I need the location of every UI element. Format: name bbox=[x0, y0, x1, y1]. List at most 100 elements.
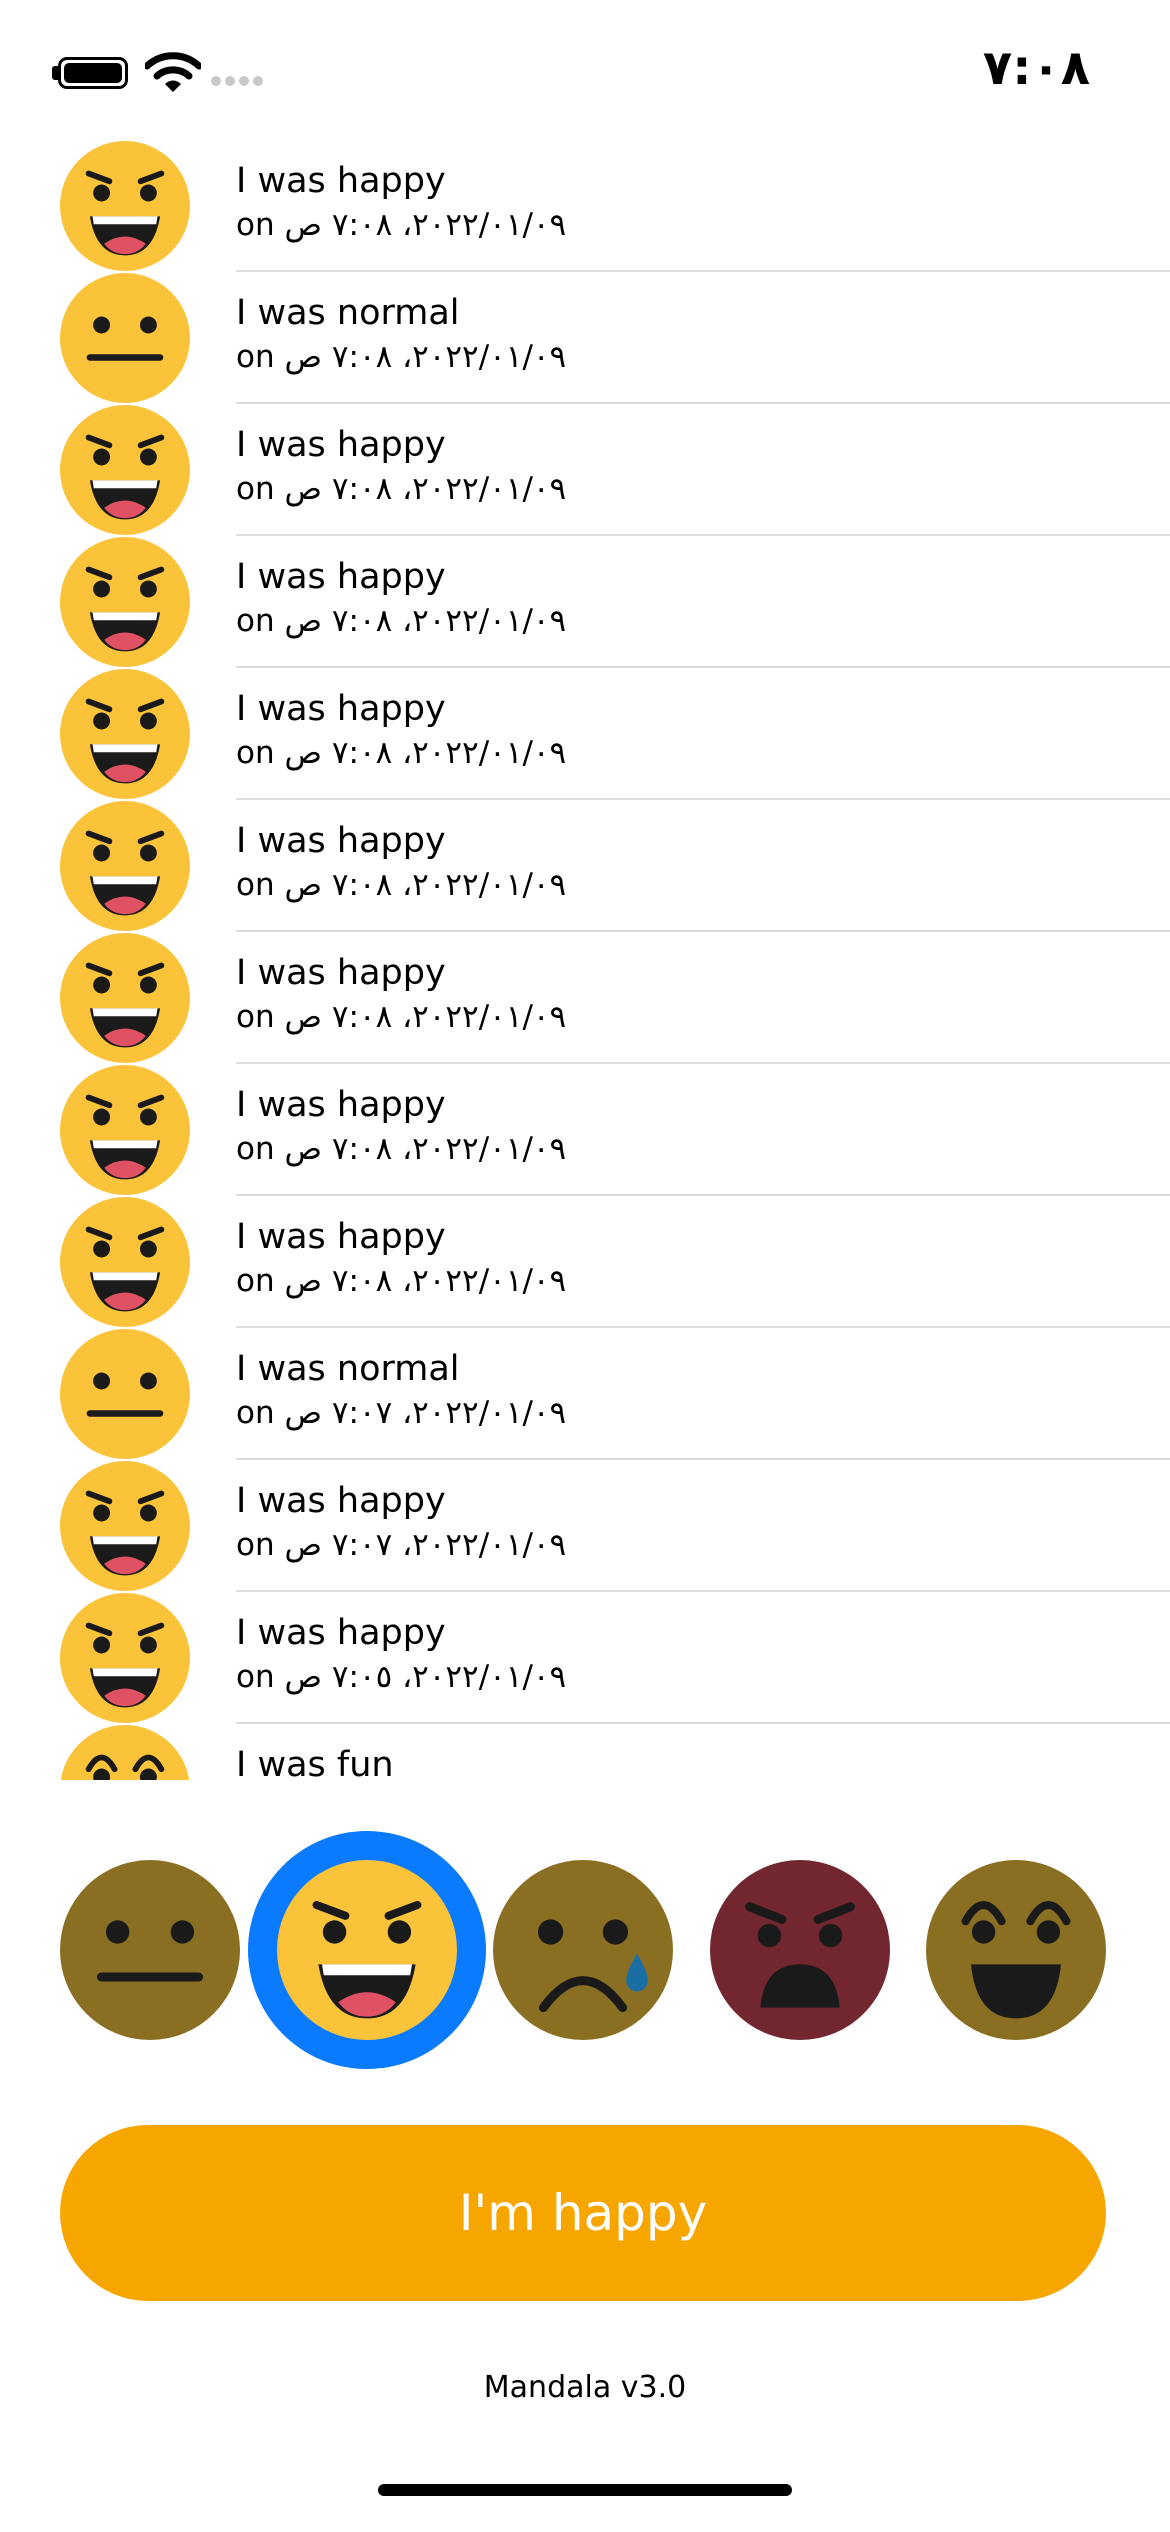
fun-face-icon bbox=[926, 1860, 1106, 2040]
battery-icon bbox=[58, 57, 128, 89]
happy-face-icon bbox=[60, 801, 190, 931]
history-row-timestamp: on ٢٠٢٢/٠١/٠٩، ٧:٠٨ ص bbox=[236, 203, 566, 247]
timestamp-prefix: on bbox=[236, 999, 275, 1035]
mood-option-fun[interactable] bbox=[896, 1830, 1136, 2070]
timestamp-value: ٢٠٢٢/٠١/٠٩، ٧:٠٥ ص bbox=[284, 1659, 567, 1695]
history-row-title: I was happy bbox=[236, 821, 446, 861]
timestamp-value: ٢٠٢٢/٠١/٠٩، ٧:٠٧ ص bbox=[284, 1395, 567, 1431]
happy-face-icon bbox=[60, 537, 190, 667]
home-indicator[interactable] bbox=[378, 2484, 792, 2496]
happy-face-icon bbox=[60, 1461, 190, 1591]
happy-face-icon bbox=[248, 1831, 486, 2069]
normal-face-icon bbox=[60, 1329, 190, 1459]
history-row-title: I was normal bbox=[236, 293, 460, 333]
happy-face-icon bbox=[60, 933, 190, 1063]
happy-face-icon bbox=[60, 1593, 190, 1723]
timestamp-prefix: on bbox=[236, 207, 275, 243]
neutral-face-icon bbox=[60, 1860, 240, 2040]
history-row-title: I was happy bbox=[236, 557, 446, 597]
wifi-icon bbox=[145, 52, 201, 92]
history-row-timestamp: on ٢٠٢٢/٠١/٠٩، ٧:٠٨ ص bbox=[236, 863, 566, 907]
cellular-signal-icon bbox=[211, 76, 263, 86]
timestamp-prefix: on bbox=[236, 1263, 275, 1299]
history-row[interactable]: I was normal on ٢٠٢٢/٠١/٠٩، ٧:٠٨ ص bbox=[0, 272, 1170, 404]
normal-face-icon bbox=[60, 273, 190, 403]
timestamp-prefix: on bbox=[236, 471, 275, 507]
history-row-text: I was happy on ٢٠٢٢/٠١/٠٩، ٧:٠٨ ص bbox=[236, 1083, 566, 1171]
history-row-text: I was happy on ٢٠٢٢/٠١/٠٩، ٧:٠٨ ص bbox=[236, 555, 566, 643]
history-row[interactable]: I was happy on ٢٠٢٢/٠١/٠٩، ٧:٠٨ ص bbox=[0, 1196, 1170, 1328]
timestamp-value: ٢٠٢٢/٠١/٠٩، ٧:٠٧ ص bbox=[284, 1527, 567, 1563]
history-row[interactable]: I was happy on ٢٠٢٢/٠١/٠٩، ٧:٠٥ ص bbox=[0, 1592, 1170, 1724]
history-row-timestamp: on ٢٠٢٢/٠١/٠٩، ٧:٠٨ ص bbox=[236, 599, 566, 643]
history-row-title: I was happy bbox=[236, 689, 446, 729]
mood-option-normal[interactable] bbox=[30, 1830, 270, 2070]
history-row[interactable]: I was happy on ٢٠٢٢/٠١/٠٩، ٧:٠٨ ص bbox=[0, 932, 1170, 1064]
history-row-timestamp: on ٢٠٢٢/٠١/٠٩، ٧:٠٨ ص bbox=[236, 995, 566, 1039]
mood-option-sad[interactable] bbox=[463, 1830, 703, 2070]
timestamp-value: ٢٠٢٢/٠١/٠٩، ٧:٠٨ ص bbox=[284, 603, 567, 639]
history-row[interactable]: I was happy on ٢٠٢٢/٠١/٠٩، ٧:٠٨ ص bbox=[0, 140, 1170, 272]
history-row-timestamp: on ٢٠٢٢/٠١/٠٩، ٧:٠٨ ص bbox=[236, 731, 566, 775]
timestamp-value: ٢٠٢٢/٠١/٠٩، ٧:٠٨ ص bbox=[284, 1263, 567, 1299]
history-row-timestamp: on ٢٠٢٢/٠١/٠٩، ٧:٠٨ ص bbox=[236, 467, 566, 511]
happy-face-icon bbox=[60, 141, 190, 271]
history-row-title: I was happy bbox=[236, 425, 446, 465]
fun-face-icon bbox=[60, 1725, 190, 1780]
history-row-title: I was happy bbox=[236, 1217, 446, 1257]
history-row-title: I was happy bbox=[236, 1613, 446, 1653]
history-row[interactable]: I was fun bbox=[0, 1724, 1170, 1780]
history-row-timestamp: on ٢٠٢٢/٠١/٠٩، ٧:٠٧ ص bbox=[236, 1391, 566, 1435]
submit-mood-button[interactable]: I'm happy bbox=[60, 2125, 1106, 2301]
history-row-text: I was happy on ٢٠٢٢/٠١/٠٩، ٧:٠٧ ص bbox=[236, 1479, 566, 1567]
history-row[interactable]: I was happy on ٢٠٢٢/٠١/٠٩، ٧:٠٨ ص bbox=[0, 404, 1170, 536]
history-row[interactable]: I was happy on ٢٠٢٢/٠١/٠٩، ٧:٠٧ ص bbox=[0, 1460, 1170, 1592]
timestamp-prefix: on bbox=[236, 1527, 275, 1563]
angry-face-icon bbox=[710, 1860, 890, 2040]
timestamp-prefix: on bbox=[236, 603, 275, 639]
timestamp-value: ٢٠٢٢/٠١/٠٩، ٧:٠٨ ص bbox=[284, 207, 567, 243]
timestamp-prefix: on bbox=[236, 1395, 275, 1431]
history-row-timestamp: on ٢٠٢٢/٠١/٠٩، ٧:٠٨ ص bbox=[236, 1259, 566, 1303]
timestamp-prefix: on bbox=[236, 735, 275, 771]
history-row-text: I was fun bbox=[236, 1743, 394, 1780]
history-row[interactable]: I was happy on ٢٠٢٢/٠١/٠٩، ٧:٠٨ ص bbox=[0, 800, 1170, 932]
timestamp-value: ٢٠٢٢/٠١/٠٩، ٧:٠٨ ص bbox=[284, 339, 567, 375]
history-row-title: I was happy bbox=[236, 953, 446, 993]
timestamp-value: ٢٠٢٢/٠١/٠٩، ٧:٠٨ ص bbox=[284, 471, 567, 507]
timestamp-prefix: on bbox=[236, 1659, 275, 1695]
mood-picker bbox=[0, 1830, 1170, 2070]
history-row-text: I was happy on ٢٠٢٢/٠١/٠٩، ٧:٠٨ ص bbox=[236, 819, 566, 907]
history-row-text: I was happy on ٢٠٢٢/٠١/٠٩، ٧:٠٥ ص bbox=[236, 1611, 566, 1699]
timestamp-value: ٢٠٢٢/٠١/٠٩، ٧:٠٨ ص bbox=[284, 735, 567, 771]
mood-history-list[interactable]: I was happy on ٢٠٢٢/٠١/٠٩، ٧:٠٨ صI was no… bbox=[0, 140, 1170, 1780]
history-row-timestamp: on ٢٠٢٢/٠١/٠٩، ٧:٠٥ ص bbox=[236, 1655, 566, 1699]
happy-face-icon bbox=[60, 405, 190, 535]
history-row-title: I was happy bbox=[236, 161, 446, 201]
status-time: ٧:٠٨ bbox=[982, 40, 1090, 96]
history-row-title: I was normal bbox=[236, 1349, 460, 1389]
history-row[interactable]: I was happy on ٢٠٢٢/٠١/٠٩، ٧:٠٨ ص bbox=[0, 668, 1170, 800]
mood-option-happy[interactable] bbox=[247, 1830, 487, 2070]
timestamp-prefix: on bbox=[236, 339, 275, 375]
mood-option-angry[interactable] bbox=[680, 1830, 920, 2070]
history-row[interactable]: I was normal on ٢٠٢٢/٠١/٠٩، ٧:٠٧ ص bbox=[0, 1328, 1170, 1460]
happy-face-icon bbox=[60, 1065, 190, 1195]
history-row-text: I was normal on ٢٠٢٢/٠١/٠٩، ٧:٠٨ ص bbox=[236, 291, 566, 379]
happy-face-icon bbox=[60, 669, 190, 799]
app-version-label: Mandala v3.0 bbox=[483, 2370, 687, 2405]
history-row[interactable]: I was happy on ٢٠٢٢/٠١/٠٩، ٧:٠٨ ص bbox=[0, 1064, 1170, 1196]
timestamp-value: ٢٠٢٢/٠١/٠٩، ٧:٠٨ ص bbox=[284, 1131, 567, 1167]
history-row-text: I was normal on ٢٠٢٢/٠١/٠٩، ٧:٠٧ ص bbox=[236, 1347, 566, 1435]
history-row-text: I was happy on ٢٠٢٢/٠١/٠٩، ٧:٠٨ ص bbox=[236, 951, 566, 1039]
sad-face-icon bbox=[493, 1860, 673, 2040]
history-row-timestamp: on ٢٠٢٢/٠١/٠٩، ٧:٠٨ ص bbox=[236, 335, 566, 379]
history-row-title: I was happy bbox=[236, 1085, 446, 1125]
timestamp-value: ٢٠٢٢/٠١/٠٩، ٧:٠٨ ص bbox=[284, 867, 567, 903]
status-bar: ٧:٠٨ bbox=[0, 0, 1170, 140]
history-row-text: I was happy on ٢٠٢٢/٠١/٠٩، ٧:٠٨ ص bbox=[236, 423, 566, 511]
history-row[interactable]: I was happy on ٢٠٢٢/٠١/٠٩، ٧:٠٨ ص bbox=[0, 536, 1170, 668]
timestamp-prefix: on bbox=[236, 867, 275, 903]
history-row-timestamp: on ٢٠٢٢/٠١/٠٩، ٧:٠٧ ص bbox=[236, 1523, 566, 1567]
timestamp-prefix: on bbox=[236, 1131, 275, 1167]
